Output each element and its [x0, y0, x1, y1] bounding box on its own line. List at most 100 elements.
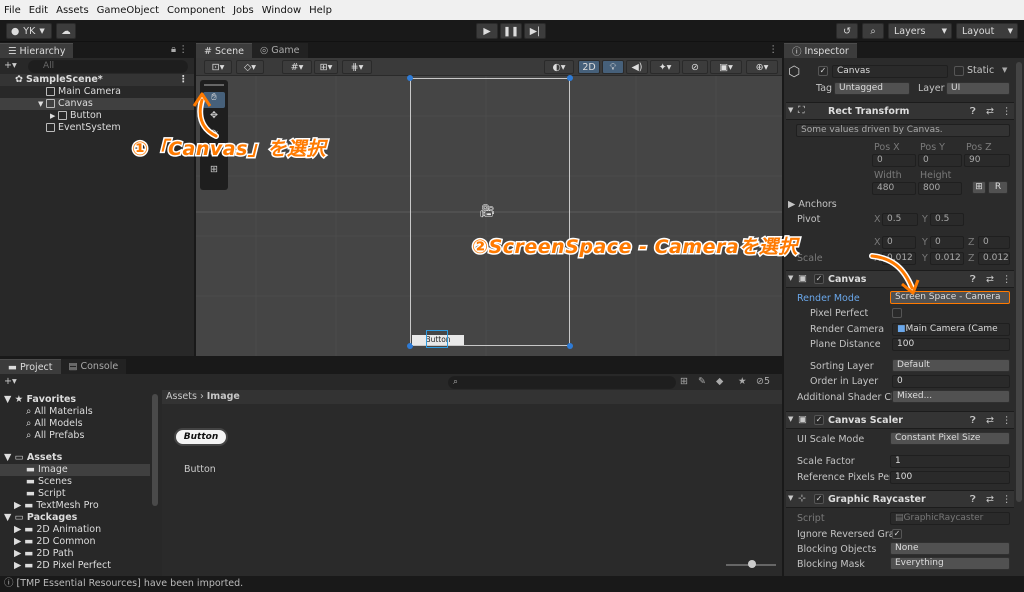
inspector-scrollbar[interactable] [1016, 62, 1022, 502]
scale-y-field[interactable]: 0.012 [930, 252, 964, 265]
help-icon[interactable]: ❓︎ [970, 274, 976, 285]
rot-x-field[interactable]: 0 [882, 236, 916, 249]
preset-icon[interactable]: ⇄ [986, 494, 994, 505]
tab-project[interactable]: ▬ Project [0, 359, 61, 374]
render-camera-field[interactable]: ■Main Camera (Came [892, 323, 1010, 336]
rect-handle[interactable] [407, 75, 413, 81]
menu-edit[interactable]: Edit [29, 5, 48, 16]
chevron-down-icon[interactable]: ▼ [1002, 66, 1007, 74]
scale-factor-field[interactable]: 1 [890, 455, 1010, 468]
menu-file[interactable]: File [4, 5, 21, 16]
rect-tool-icon[interactable]: ⊞ [203, 164, 225, 180]
order-in-layer-field[interactable]: 0 [892, 375, 1010, 388]
cloud-icon[interactable]: ☁ [56, 23, 76, 39]
camera-gizmo-icon[interactable]: 🎥︎ [479, 204, 496, 219]
canvas-scaler-header[interactable]: ▼ ▣ ✓ Canvas Scaler ❓︎ ⇄ ⋮ [786, 411, 1014, 429]
asset-folder-textmesh[interactable]: ▶ ▬ TextMesh Pro [0, 500, 99, 512]
star-icon[interactable]: ★ [738, 376, 747, 387]
fav-item[interactable]: ⌕ All Materials [0, 406, 93, 418]
search-by-label-icon[interactable]: ✎ [698, 376, 706, 387]
effects-dropdown[interactable]: ✦▾ [650, 60, 680, 74]
assets-header[interactable]: ▼ ▭ Assets [0, 452, 62, 464]
rot-y-field[interactable]: 0 [930, 236, 964, 249]
pixel-perfect-checkbox[interactable] [892, 308, 902, 318]
kebab-menu-icon[interactable]: ⋮ [769, 44, 779, 55]
scale-z-field[interactable]: 0.012 [978, 252, 1010, 265]
static-checkbox[interactable] [954, 66, 964, 76]
gizmo-sphere-dropdown[interactable]: ◐▾ [544, 60, 574, 74]
asset-thumbnail-button[interactable]: Button [174, 428, 228, 446]
search-by-type-icon[interactable]: ⊞ [680, 376, 688, 387]
step-button[interactable]: ▶| [524, 23, 546, 39]
rect-transform-header[interactable]: ▼ ⛶ Rect Transform ❓︎ ⇄ ⋮ [786, 102, 1014, 120]
rect-handle[interactable] [567, 75, 573, 81]
graphic-raycaster-header[interactable]: ▼ ⊹ ✓ Graphic Raycaster ❓︎ ⇄ ⋮ [786, 490, 1014, 508]
script-field[interactable]: ▤GraphicRaycaster [890, 512, 1010, 525]
search-icon[interactable]: ⌕ [862, 23, 884, 39]
menu-jobs[interactable]: Jobs [233, 5, 254, 16]
package-item[interactable]: ▶ ▬ 2D Common [0, 536, 96, 548]
kebab-menu-icon[interactable]: ⋮ [1002, 106, 1012, 117]
selection-gizmo[interactable] [426, 330, 448, 348]
kebab-menu-icon[interactable]: ⋮ [1002, 415, 1012, 426]
menu-window[interactable]: Window [262, 5, 301, 16]
menu-assets[interactable]: Assets [56, 5, 89, 16]
rot-z-field[interactable]: 0 [978, 236, 1010, 249]
play-button[interactable]: ▶ [476, 23, 498, 39]
package-item[interactable]: ▶ ▬ 2D Animation [0, 524, 101, 536]
preset-icon[interactable]: ⇄ [986, 415, 994, 426]
camera-settings-dropdown[interactable]: ▣▾ [710, 60, 742, 74]
kebab-menu-icon[interactable]: ⋮ [1002, 494, 1012, 505]
menu-gameobject[interactable]: GameObject [97, 5, 159, 16]
canvas-enabled-checkbox[interactable]: ✓ [814, 274, 824, 284]
help-icon[interactable]: ❓︎ [970, 415, 976, 426]
tag-icon[interactable]: ◆ [716, 376, 723, 387]
tab-game[interactable]: ◎ Game [251, 43, 308, 58]
hierarchy-item-button[interactable]: ▶ Button [0, 110, 102, 122]
raycaster-enabled-checkbox[interactable]: ✓ [814, 494, 824, 504]
audio-icon[interactable]: ◀) [626, 60, 648, 74]
packages-header[interactable]: ▼ ▭ Packages [0, 512, 77, 524]
asset-folder-scenes[interactable]: ▬ Scenes [0, 476, 72, 488]
height-field[interactable]: 800 [918, 182, 962, 195]
gizmos-dropdown[interactable]: ⊕▾ [746, 60, 778, 74]
account-dropdown[interactable]: ● YK ▼ [6, 23, 52, 39]
raw-edit-button[interactable]: R [988, 181, 1008, 194]
preset-icon[interactable]: ⇄ [986, 274, 994, 285]
ref-ppu-field[interactable]: 100 [890, 471, 1010, 484]
help-icon[interactable]: ❓︎ [970, 106, 976, 117]
active-checkbox[interactable]: ✓ [818, 66, 828, 76]
posy-field[interactable]: 0 [918, 154, 962, 167]
sorting-layer-dropdown[interactable]: Default [892, 359, 1010, 372]
add-icon[interactable]: +▾ [4, 376, 17, 387]
layout-dropdown[interactable]: Layout ▼ [956, 23, 1018, 39]
menu-component[interactable]: Component [167, 5, 225, 16]
hierarchy-item-main-camera[interactable]: Main Camera [0, 86, 121, 98]
shading-dropdown[interactable]: ◇▾ [236, 60, 264, 74]
tab-hierarchy[interactable]: ☰ Hierarchy [0, 43, 74, 58]
shader-channels-dropdown[interactable]: Mixed... [892, 390, 1010, 403]
object-name-field[interactable]: Canvas [832, 65, 948, 78]
anchors-foldout[interactable]: ▶ Anchors [788, 199, 837, 210]
preset-icon[interactable]: ⇄ [986, 106, 994, 117]
plane-distance-field[interactable]: 100 [892, 338, 1010, 351]
kebab-menu-icon[interactable]: ⋮ [1002, 274, 1012, 285]
width-field[interactable]: 480 [872, 182, 916, 195]
zoom-slider-knob[interactable] [748, 560, 756, 568]
kebab-menu-icon[interactable]: ⋮ [179, 44, 189, 55]
posx-field[interactable]: 0 [872, 154, 916, 167]
help-icon[interactable]: ❓︎ [970, 494, 976, 505]
history-icon[interactable]: ↺ [836, 23, 858, 39]
fav-item[interactable]: ⌕ All Prefabs [0, 430, 84, 442]
layer-dropdown[interactable]: UI [946, 82, 1010, 95]
pivot-y-field[interactable]: 0.5 [930, 213, 964, 226]
grid-snap-dropdown[interactable]: #▾ [282, 60, 312, 74]
blocking-mask-dropdown[interactable]: Everything [890, 557, 1010, 570]
asset-folder-image[interactable]: ▬ Image [0, 464, 150, 476]
breadcrumb-leaf[interactable]: Image [207, 391, 240, 402]
tab-console[interactable]: ▤ Console [60, 359, 127, 374]
project-search-input[interactable]: ⌕ [448, 376, 676, 389]
hidden-objects-icon[interactable]: ⊘ [682, 60, 708, 74]
tab-inspector[interactable]: ⓘ Inspector [784, 43, 857, 58]
package-item[interactable]: ▶ ▬ 2D Path [0, 548, 74, 560]
